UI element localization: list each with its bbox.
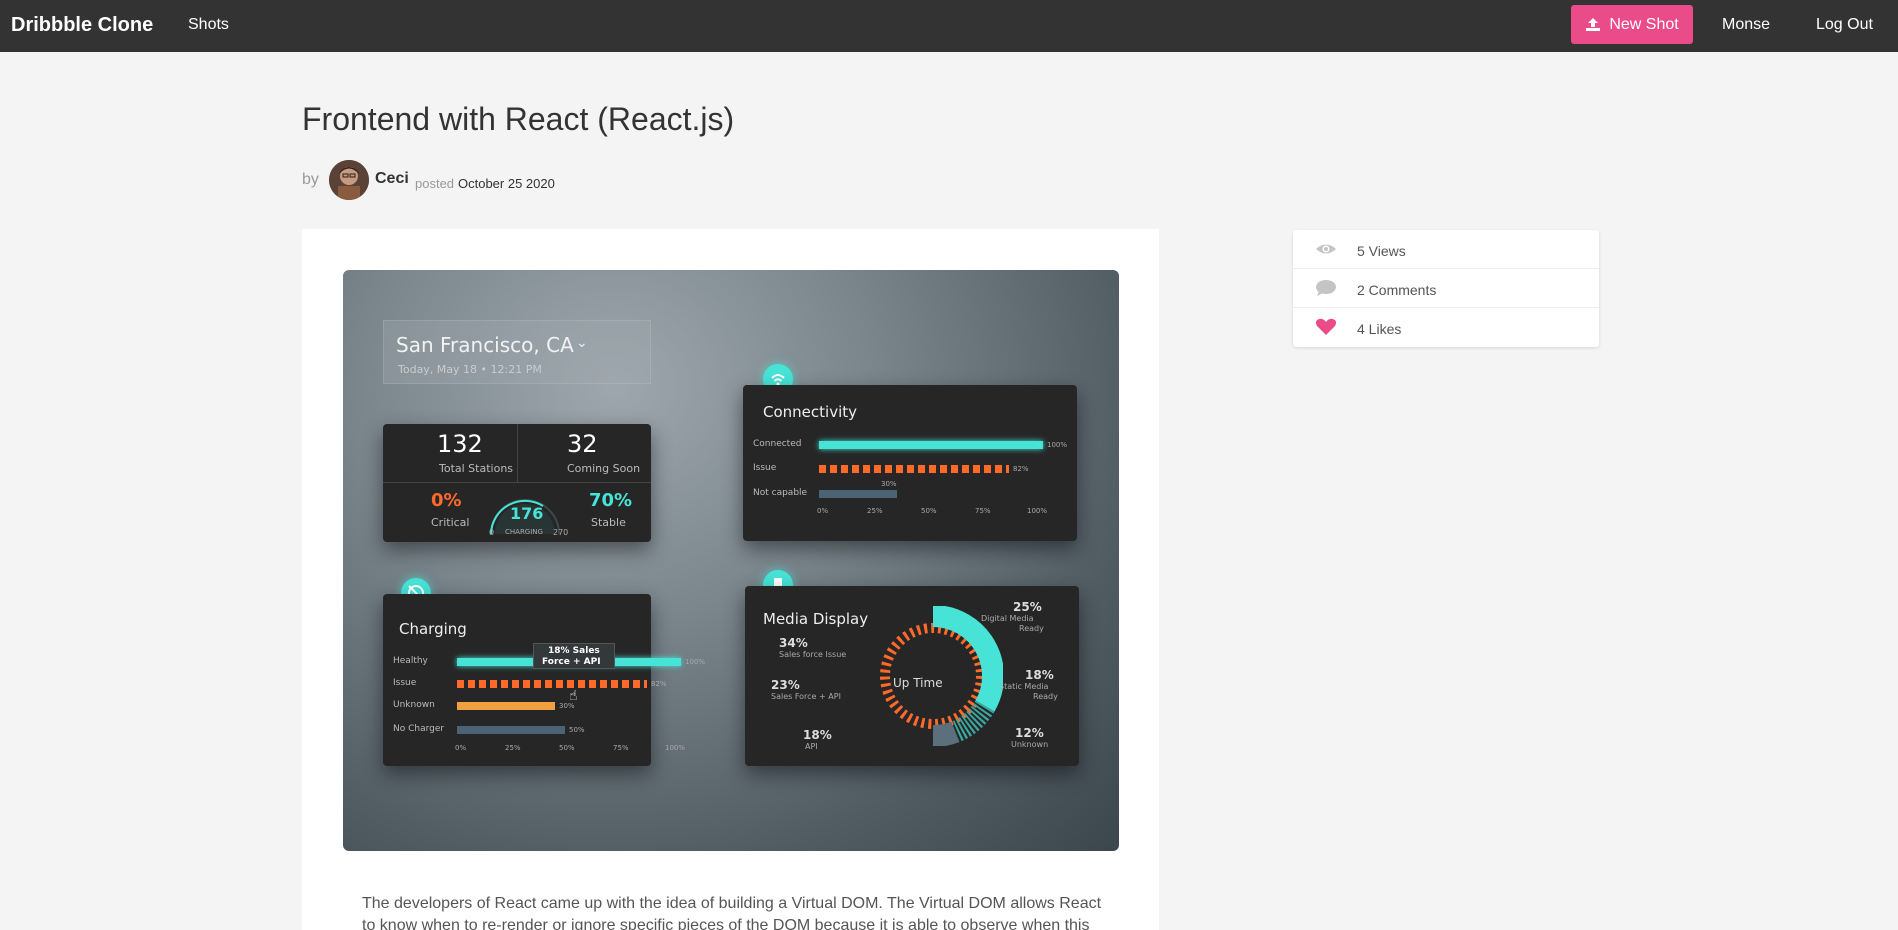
by-label: by xyxy=(302,171,319,188)
ch-tick-25: 25% xyxy=(505,744,521,752)
nav-shots-link[interactable]: Shots xyxy=(188,16,229,34)
ch-tick-75: 75% xyxy=(613,744,629,752)
conn-connected-pct: 100% xyxy=(1047,441,1068,449)
stat-comments: 2 Comments xyxy=(1293,269,1599,308)
cursor-hand-icon: ☝ xyxy=(569,688,578,704)
conn-connected-bar xyxy=(819,441,1043,449)
media-18a-value: 18% xyxy=(803,728,832,742)
media-25-label2: Ready xyxy=(1019,624,1044,633)
ch-unknown-bar xyxy=(457,702,555,710)
location-box: San Francisco, CA ⌄ Today, May 18 • 12:2… xyxy=(383,320,651,384)
shot-description: The developers of React came up with the… xyxy=(362,895,1102,930)
conn-tick-75: 75% xyxy=(975,507,991,515)
ch-no-charger-bar xyxy=(457,726,565,734)
new-shot-button[interactable]: New Shot xyxy=(1571,5,1693,44)
media-25-label1: Digital Media xyxy=(981,614,1034,623)
ch-healthy-pct: 100% xyxy=(685,658,706,666)
ch-issue-label: Issue xyxy=(393,678,417,688)
conn-issue-pct: 82% xyxy=(1013,465,1029,473)
conn-tick-100: 100% xyxy=(1027,507,1048,515)
charging-gauge-value: 176 xyxy=(510,504,544,523)
brand-logo[interactable]: Dribbble Clone xyxy=(11,14,153,37)
author-avatar[interactable] xyxy=(329,160,369,200)
coming-soon-value: 32 xyxy=(567,430,598,458)
media-center-label: Up Time xyxy=(893,676,943,690)
stable-value: 70% xyxy=(589,490,633,511)
media-title: Media Display xyxy=(763,610,869,628)
conn-tick-0: 0% xyxy=(817,507,829,515)
coming-soon-label: Coming Soon xyxy=(567,462,641,475)
conn-tick-50: 50% xyxy=(921,507,937,515)
likes-count: 4 Likes xyxy=(1357,321,1402,337)
shot-title: Frontend with React (React.js) xyxy=(302,101,735,137)
total-stations-label: Total Stations xyxy=(439,462,514,475)
media-18b-label1: Static Media xyxy=(999,682,1049,691)
media-25-value: 25% xyxy=(1013,600,1042,614)
shot-image[interactable]: San Francisco, CA ⌄ Today, May 18 • 12:2… xyxy=(343,270,1119,851)
tooltip-line2: Force + API xyxy=(542,657,601,667)
conn-not-capable-pct: 30% xyxy=(881,480,897,488)
media-18b-label2: Ready xyxy=(1033,692,1058,701)
stat-views: 5 Views xyxy=(1293,230,1599,269)
charging-panel: Charging Healthy Issue Unknown No Charge… xyxy=(383,594,705,766)
conn-tick-25: 25% xyxy=(867,507,883,515)
media-18b-value: 18% xyxy=(1025,668,1054,682)
critical-value: 0% xyxy=(431,490,462,511)
ch-no-charger-label: No Charger xyxy=(393,724,445,734)
conn-issue-label: Issue xyxy=(753,463,777,473)
gauge-min: 0 xyxy=(489,528,495,537)
eye-icon xyxy=(1316,244,1336,254)
location-text: San Francisco, CA xyxy=(396,333,574,357)
media-12-label: Unknown xyxy=(1011,740,1049,749)
chart-tooltip: 18% Sales Force + API xyxy=(533,643,615,669)
upload-icon xyxy=(1586,18,1601,31)
posted-date: October 25 2020 xyxy=(458,176,555,191)
total-stations-value: 132 xyxy=(437,430,483,458)
media-12-value: 12% xyxy=(1015,726,1044,740)
nav-logout-link[interactable]: Log Out xyxy=(1816,16,1873,34)
gauge-max: 270 xyxy=(553,528,569,537)
stable-label: Stable xyxy=(591,516,626,529)
heart-icon[interactable] xyxy=(1315,318,1337,336)
ch-unknown-label: Unknown xyxy=(393,700,435,710)
ch-healthy-label: Healthy xyxy=(393,656,428,666)
ch-issue-pct: 82% xyxy=(651,680,667,688)
author-name[interactable]: Ceci xyxy=(375,170,409,188)
stations-panel: 132 Total Stations 32 Coming Soon 0% Cri… xyxy=(383,424,651,542)
connectivity-panel: Connectivity Connected Issue Not capable… xyxy=(743,385,1077,541)
location-datetime: Today, May 18 • 12:21 PM xyxy=(398,363,542,376)
posted-label: posted xyxy=(415,176,455,191)
conn-issue-bar xyxy=(819,465,1009,473)
chevron-down-icon: ⌄ xyxy=(576,335,588,351)
connectivity-title: Connectivity xyxy=(763,403,857,421)
ch-tick-50: 50% xyxy=(559,744,575,752)
charging-title: Charging xyxy=(399,620,467,638)
ch-no-charger-pct: 50% xyxy=(569,726,585,734)
media-display-panel: Media Display Up Time 34% Sales force Is… xyxy=(745,586,1079,766)
media-18a-label: API xyxy=(805,742,818,751)
shot-card: San Francisco, CA ⌄ Today, May 18 • 12:2… xyxy=(302,229,1159,930)
stat-likes[interactable]: 4 Likes xyxy=(1293,308,1599,347)
media-23-label: Sales Force + API xyxy=(771,692,841,701)
media-34-value: 34% xyxy=(779,636,808,650)
comments-count: 2 Comments xyxy=(1357,282,1437,298)
charging-gauge-label: CHARGING xyxy=(505,528,543,536)
conn-not-capable-label: Not capable xyxy=(753,488,808,498)
new-shot-label: New Shot xyxy=(1609,15,1679,33)
ch-tick-100: 100% xyxy=(665,744,686,752)
media-23-value: 23% xyxy=(771,678,800,692)
media-34-label: Sales force Issue xyxy=(779,650,847,659)
top-navbar: Dribbble Clone Shots New Shot Monse Log … xyxy=(0,0,1898,52)
ch-issue-bar xyxy=(457,680,647,688)
views-count: 5 Views xyxy=(1357,243,1406,259)
tooltip-line1: 18% Sales xyxy=(548,646,600,656)
critical-label: Critical xyxy=(431,516,470,529)
ch-tick-0: 0% xyxy=(455,744,467,752)
conn-connected-label: Connected xyxy=(753,439,802,449)
shot-stats-card: 5 Views 2 Comments 4 Likes xyxy=(1293,230,1599,347)
conn-not-capable-bar xyxy=(819,490,897,498)
nav-user-link[interactable]: Monse xyxy=(1722,16,1770,34)
comment-icon xyxy=(1316,280,1336,296)
